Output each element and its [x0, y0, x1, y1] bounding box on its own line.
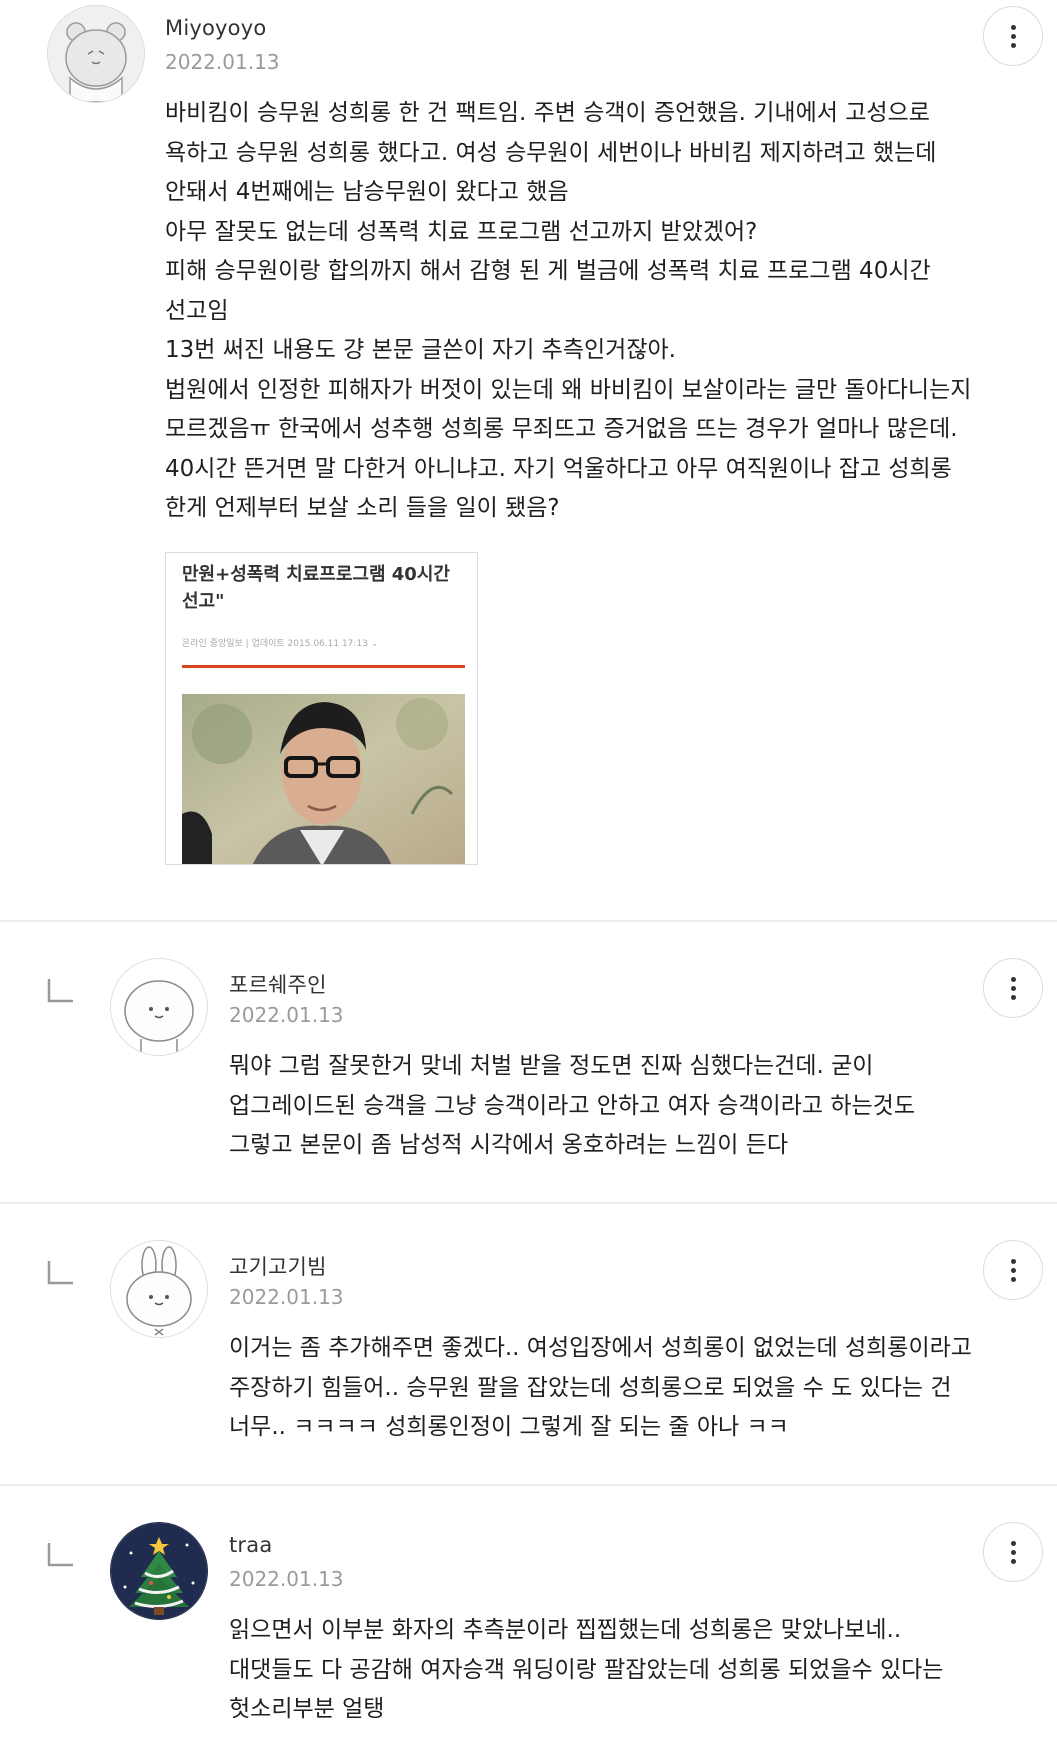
comment-line: 욕하고 승무원 성희롱 했다고. 여성 승무원이 세번이나 바비킴 제지하려고 …: [165, 139, 937, 166]
reply-item: 포르쉐주인 2022.01.13 뭐야 그럼 잘못한거 맞네 처벌 받을 정도면…: [0, 922, 1057, 1202]
avatar[interactable]: [110, 1240, 208, 1338]
christmas-tree-avatar-icon: [111, 1523, 207, 1619]
more-options-button[interactable]: [983, 1522, 1043, 1582]
comment-author[interactable]: 포르쉐주인: [229, 969, 327, 999]
comment-author[interactable]: traa: [229, 1533, 272, 1557]
comment-body: 뭐야 그럼 잘못한거 맞네 처벌 받을 정도면 진짜 심했다는건데. 굳이 업그…: [229, 1047, 915, 1166]
comment-line: 헛소리부분 얼탱: [229, 1696, 385, 1722]
more-options-button[interactable]: [983, 958, 1043, 1018]
round-face-avatar-icon: [111, 959, 207, 1055]
reply-arrow-icon: [47, 1261, 73, 1285]
comment-date: 2022.01.13: [165, 50, 280, 74]
more-options-button[interactable]: [983, 1240, 1043, 1300]
news-photo-man-glasses: [182, 694, 465, 864]
comment-line: 그렇고 본문이 좀 남성적 시각에서 옹호하려는 느낌이 든다: [229, 1132, 789, 1158]
comment-line: 피해 승무원이랑 합의까지 해서 감형 된 게 벌금에 성폭력 치료 프로그램 …: [165, 258, 931, 284]
attachment-headline: 만원+성폭력 치료프로그램 40시간 선고": [182, 564, 450, 612]
comment-line: 안돼서 4번째에는 남승무원이 왔다고 했음: [165, 179, 569, 205]
comment-line: 40시간 뜬거면 말 다한거 아니냐고. 자기 억울하다고 아무 여직원이나 잡…: [165, 455, 952, 482]
avatar[interactable]: [47, 5, 145, 103]
reply-arrow-icon: [47, 1543, 73, 1567]
reply-item: 고기고기빔 2022.01.13 이거는 좀 추가해주면 좋겠다.. 여성입장에…: [0, 1204, 1057, 1484]
comment-body: 바비킴이 승무원 성희롱 한 건 팩트임. 주변 승객이 증언했음. 기내에서 …: [165, 94, 971, 529]
comment-item: Miyoyoyo 2022.01.13 바비킴이 승무원 성희롱 한 건 팩트임…: [0, 0, 1057, 920]
attachment-meta: 온라인 중앙일보 | 업데이트 2015.06.11 17:13 ⌄: [182, 639, 379, 649]
comment-line: 읽으면서 이부분 화자의 추측분이라 찝찝했는데 성희롱은 맞았나보네..: [229, 1617, 902, 1643]
comment-line: 주장하기 힘들어.. 승무원 팔을 잡았는데 성희롱으로 되었을 수 도 있다는…: [229, 1374, 952, 1401]
bunny-avatar-icon: [111, 1241, 207, 1337]
comment-line: 바비킴이 승무원 성희롱 한 건 팩트임. 주변 승객이 증언했음. 기내에서 …: [165, 100, 930, 126]
comment-line: 모르겠음ㅠ 한국에서 성추행 성희롱 무죄뜨고 증거없음 뜨는 경우가 얼마나 …: [165, 416, 958, 442]
comment-line: 대댓들도 다 공감해 여자승객 워딩이랑 팔잡았는데 성희롱 되었을수 있다는: [229, 1656, 944, 1683]
comment-line: 너무.. ㅋㅋㅋㅋ 성희롱인정이 그렇게 잘 되는 줄 아나 ㅋㅋ: [229, 1414, 789, 1440]
more-vertical-icon: [1010, 24, 1016, 30]
more-vertical-icon: [1010, 976, 1016, 982]
attached-image[interactable]: 만원+성폭력 치료프로그램 40시간 선고" 온라인 중앙일보 | 업데이트 2…: [165, 552, 478, 865]
comment-date: 2022.01.13: [229, 1003, 344, 1027]
comment-line: 뭐야 그럼 잘못한거 맞네 처벌 받을 정도면 진짜 심했다는건데. 굳이: [229, 1053, 874, 1079]
comment-body: 이거는 좀 추가해주면 좋겠다.. 여성입장에서 성희롱이 없었는데 성희롱이라…: [229, 1329, 972, 1448]
comment-line: 법원에서 인정한 피해자가 버젓이 있는데 왜 바비킴이 보살이라는 글만 돌아…: [165, 376, 972, 403]
comment-date: 2022.01.13: [229, 1285, 344, 1309]
more-options-button[interactable]: [983, 6, 1043, 66]
more-vertical-icon: [1010, 1258, 1016, 1264]
reply-item: traa 2022.01.13 읽으면서 이부분 화자의 추측분이라 찝찝했는데…: [0, 1486, 1057, 1749]
comment-body: 읽으면서 이부분 화자의 추측분이라 찝찝했는데 성희롱은 맞았나보네.. 대댓…: [229, 1611, 943, 1730]
comment-line: 아무 잘못도 없는데 성폭력 치료 프로그램 선고까지 받았겠어?: [165, 218, 758, 245]
avatar[interactable]: [110, 1522, 208, 1620]
attachment-divider: [182, 665, 465, 668]
comment-date: 2022.01.13: [229, 1567, 344, 1591]
comment-author[interactable]: 고기고기빔: [229, 1251, 327, 1281]
comment-line: 13번 써진 내용도 걍 본문 글쓴이 자기 추측인거잖아.: [165, 337, 676, 363]
comment-line: 이거는 좀 추가해주면 좋겠다.. 여성입장에서 성희롱이 없었는데 성희롱이라…: [229, 1335, 972, 1361]
more-vertical-icon: [1010, 1540, 1016, 1546]
avatar[interactable]: [110, 958, 208, 1056]
comment-line: 한게 언제부터 보살 소리 들을 일이 됐음?: [165, 495, 560, 521]
news-photo: [182, 694, 465, 864]
comment-line: 선고임: [165, 297, 229, 324]
comment-author[interactable]: Miyoyoyo: [165, 16, 266, 40]
bear-avatar-icon: [48, 6, 144, 102]
comment-line: 업그레이드된 승객을 그냥 승객이라고 안하고 여자 승객이라고 하는것도: [229, 1092, 915, 1119]
reply-arrow-icon: [47, 979, 73, 1003]
